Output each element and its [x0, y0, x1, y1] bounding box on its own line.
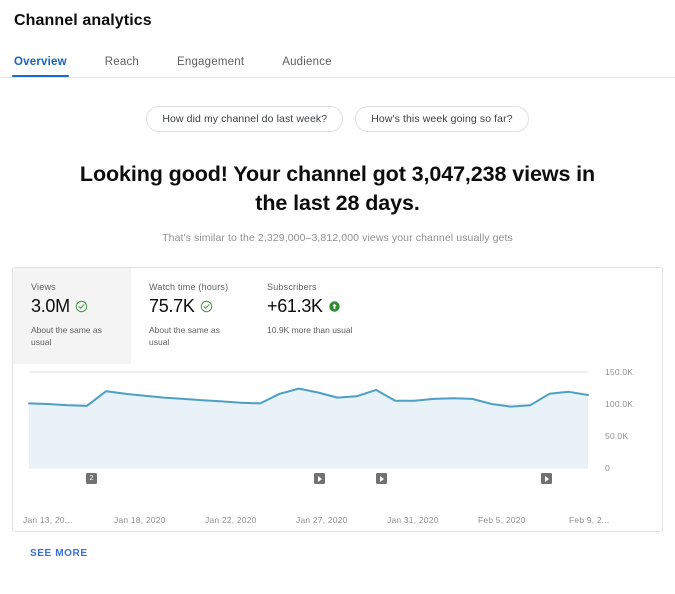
see-more-link[interactable]: SEE MORE [30, 548, 88, 559]
chart-plot-area [28, 371, 589, 469]
x-tick-label: Feb 5, 2020 [478, 515, 526, 525]
x-tick-label: Jan 13, 20... [23, 515, 73, 525]
chip-this-week[interactable]: How's this week going so far? [355, 106, 529, 132]
video-group-marker[interactable]: 2 [86, 473, 97, 484]
video-marker[interactable] [541, 473, 552, 484]
chip-last-week[interactable]: How did my channel do last week? [146, 106, 344, 132]
tab-overview[interactable]: Overview [12, 56, 69, 77]
overview-card: Views 3.0M About the same as usual Watch… [12, 267, 663, 532]
chart-area-fill [29, 388, 588, 468]
metric-card-views[interactable]: Views 3.0M About the same as usual [13, 268, 131, 364]
suggestion-chips: How did my channel do last week? How's t… [0, 106, 675, 132]
views-chart[interactable]: 150.0K 100.0K 50.0K 0 2 [13, 367, 662, 513]
metric-label: Views [31, 282, 56, 292]
x-tick-label: Jan 18, 2020 [114, 515, 166, 525]
video-group-count: 2 [89, 475, 94, 482]
video-marker[interactable] [314, 473, 325, 484]
metric-value: 3.0M [31, 296, 70, 316]
play-icon [545, 475, 549, 482]
tab-audience[interactable]: Audience [282, 56, 332, 77]
summary-headline: Looking good! Your channel got 3,047,238… [79, 162, 596, 215]
arrow-up-circle-icon [329, 301, 340, 312]
metric-value-row: 75.7K [149, 296, 249, 317]
tab-engagement[interactable]: Engagement [177, 56, 244, 77]
metric-card-subscribers[interactable]: Subscribers +61.3K 10.9K more than usual [249, 268, 367, 364]
check-circle-icon [200, 300, 212, 313]
play-icon [380, 475, 384, 482]
metric-value: 75.7K [149, 296, 195, 316]
metric-note: About the same as usual [31, 325, 102, 347]
summary-subheadline: That's similar to the 2,329,000–3,812,00… [162, 232, 513, 244]
x-tick-label: Jan 31, 2020 [387, 515, 439, 525]
metric-strip: Views 3.0M About the same as usual Watch… [13, 268, 662, 364]
tab-bar: Overview Reach Engagement Audience [0, 30, 675, 78]
video-marker[interactable] [376, 473, 387, 484]
x-tick-label: Jan 22, 2020 [205, 515, 257, 525]
tab-reach[interactable]: Reach [105, 56, 139, 77]
metric-card-watch-time[interactable]: Watch time (hours) 75.7K About the same … [131, 268, 249, 364]
metric-note: About the same as usual [149, 325, 220, 347]
metric-value: +61.3K [267, 296, 323, 316]
x-tick-label: Jan 27, 2020 [296, 515, 348, 525]
metric-value-row: +61.3K [267, 296, 367, 317]
check-circle-icon [75, 300, 88, 313]
metric-label: Subscribers [267, 282, 317, 292]
page-title: Channel analytics [14, 12, 152, 29]
x-tick-label: Feb 9, 2... [569, 515, 610, 525]
metric-note: 10.9K more than usual [267, 325, 353, 335]
chart-x-axis: Jan 13, 20... Jan 18, 2020 Jan 22, 2020 Jan… [13, 515, 662, 531]
metric-value-row: 3.0M [31, 296, 131, 317]
play-icon [318, 475, 322, 482]
metric-label: Watch time (hours) [149, 282, 229, 292]
